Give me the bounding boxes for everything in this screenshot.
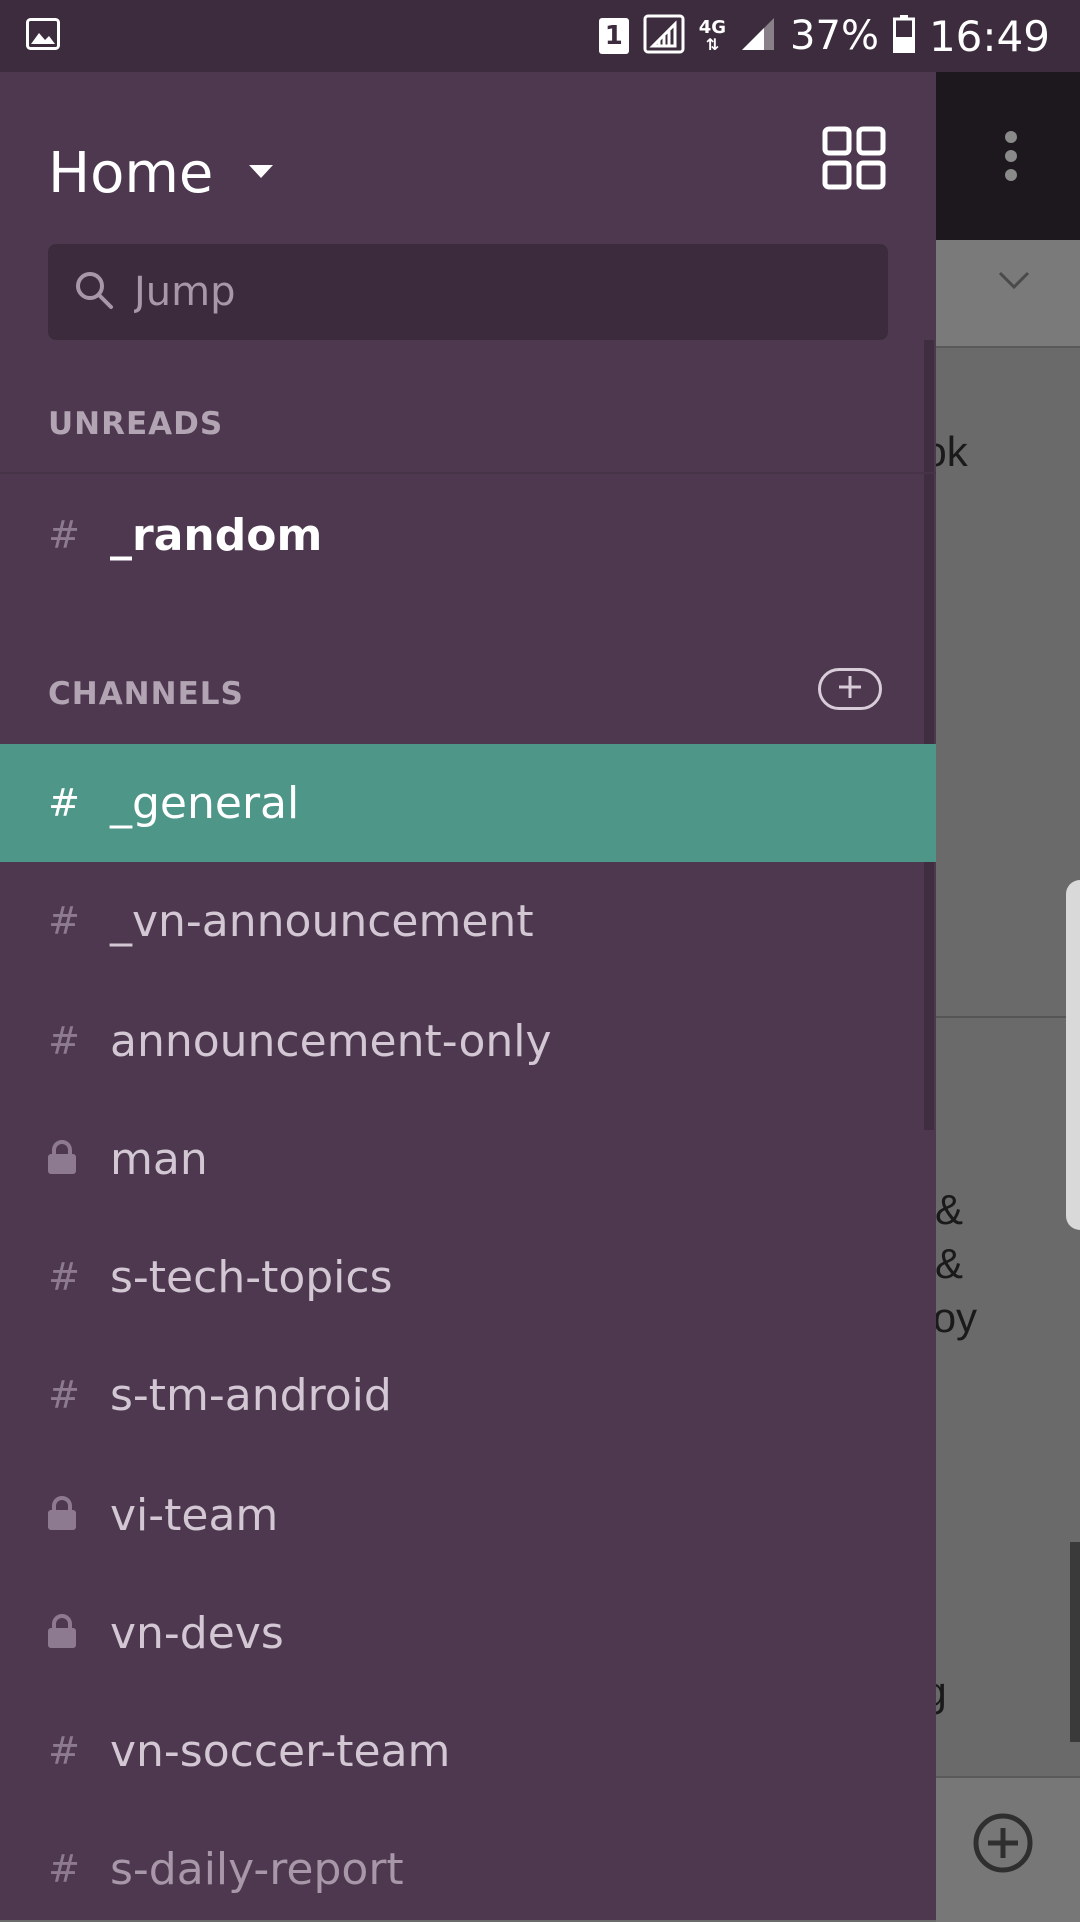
sim-badge-text: 1 — [604, 21, 623, 51]
search-icon — [74, 270, 114, 314]
workspace-switcher[interactable]: Home — [48, 128, 274, 218]
channel-item-announcement-only[interactable]: # announcement-only — [0, 982, 936, 1100]
jump-input[interactable] — [132, 268, 836, 316]
clock: 16:49 — [928, 11, 1050, 61]
add-channel-button[interactable] — [818, 668, 882, 710]
lock-icon — [46, 1496, 78, 1536]
hash-icon: # — [48, 1729, 80, 1773]
plus-icon — [837, 674, 863, 704]
unreads-heading: UNREADS — [48, 406, 224, 442]
channel-name: vn-soccer-team — [110, 1725, 451, 1777]
channel-item-vn-soccer-team[interactable]: # vn-soccer-team — [0, 1692, 936, 1810]
wifi-calling-signal-icon — [643, 14, 685, 58]
channel-name: vn-devs — [110, 1607, 284, 1659]
channel-item-man[interactable]: man — [0, 1100, 936, 1218]
scrollbar — [1070, 1542, 1080, 1742]
caret-down-icon — [249, 164, 274, 183]
cell-signal-icon — [740, 16, 776, 56]
sim-badge-icon: 1 — [598, 18, 629, 54]
divider — [0, 472, 936, 474]
channel-item-random[interactable]: # _random — [0, 476, 936, 594]
channel-item-s-daily-report[interactable]: # s-daily-report — [0, 1810, 936, 1920]
channel-item-general[interactable]: # _general — [0, 744, 936, 862]
hash-icon: # — [48, 1373, 80, 1417]
jump-search-box[interactable] — [48, 244, 888, 340]
hash-icon: # — [48, 1019, 80, 1063]
lock-icon — [46, 1140, 78, 1180]
channel-name: _random — [110, 509, 323, 561]
hash-icon: # — [48, 513, 80, 557]
edge-panel-handle[interactable] — [1066, 880, 1080, 1230]
channel-item-vn-announcement[interactable]: # _vn-announcement — [0, 862, 936, 980]
channel-item-s-tm-android[interactable]: # s-tm-android — [0, 1336, 936, 1454]
channel-item-vi-team[interactable]: vi-team — [0, 1456, 936, 1574]
navigation-drawer: Home UNREADS # _random CHANNELS — [0, 72, 936, 1920]
channel-item-s-tech-topics[interactable]: # s-tech-topics — [0, 1218, 936, 1336]
channel-name: announcement-only — [110, 1015, 552, 1067]
workspace-title: Home — [48, 140, 214, 206]
channel-name: _general — [110, 777, 300, 829]
battery-percent: 37% — [790, 13, 879, 59]
overflow-menu-icon[interactable] — [1004, 130, 1018, 186]
channel-name: _vn-announcement — [110, 895, 534, 947]
chevron-down-icon[interactable] — [998, 270, 1030, 294]
hash-icon: # — [48, 899, 80, 943]
channel-name: s-tm-android — [110, 1369, 392, 1421]
add-plus-icon[interactable] — [972, 1812, 1034, 1878]
status-bar: 1 4G ⇅ 37% 16:49 — [0, 0, 1080, 72]
channel-item-vn-devs[interactable]: vn-devs — [0, 1574, 936, 1692]
channel-name: s-tech-topics — [110, 1251, 393, 1303]
hash-icon: # — [48, 1255, 80, 1299]
network-type-icon: 4G ⇅ — [698, 17, 727, 54]
channel-name: man — [110, 1133, 208, 1185]
channel-name: vi-team — [110, 1489, 279, 1541]
channel-name: s-daily-report — [110, 1843, 404, 1895]
hash-icon: # — [48, 781, 80, 825]
gallery-notification-icon — [26, 18, 60, 54]
battery-icon — [892, 15, 915, 57]
channels-heading: CHANNELS — [48, 676, 244, 712]
hash-icon: # — [48, 1847, 80, 1891]
divider — [936, 1016, 1080, 1018]
main-footer — [936, 1776, 1080, 1922]
team-grid-icon[interactable] — [822, 126, 886, 194]
lock-icon — [46, 1614, 78, 1654]
